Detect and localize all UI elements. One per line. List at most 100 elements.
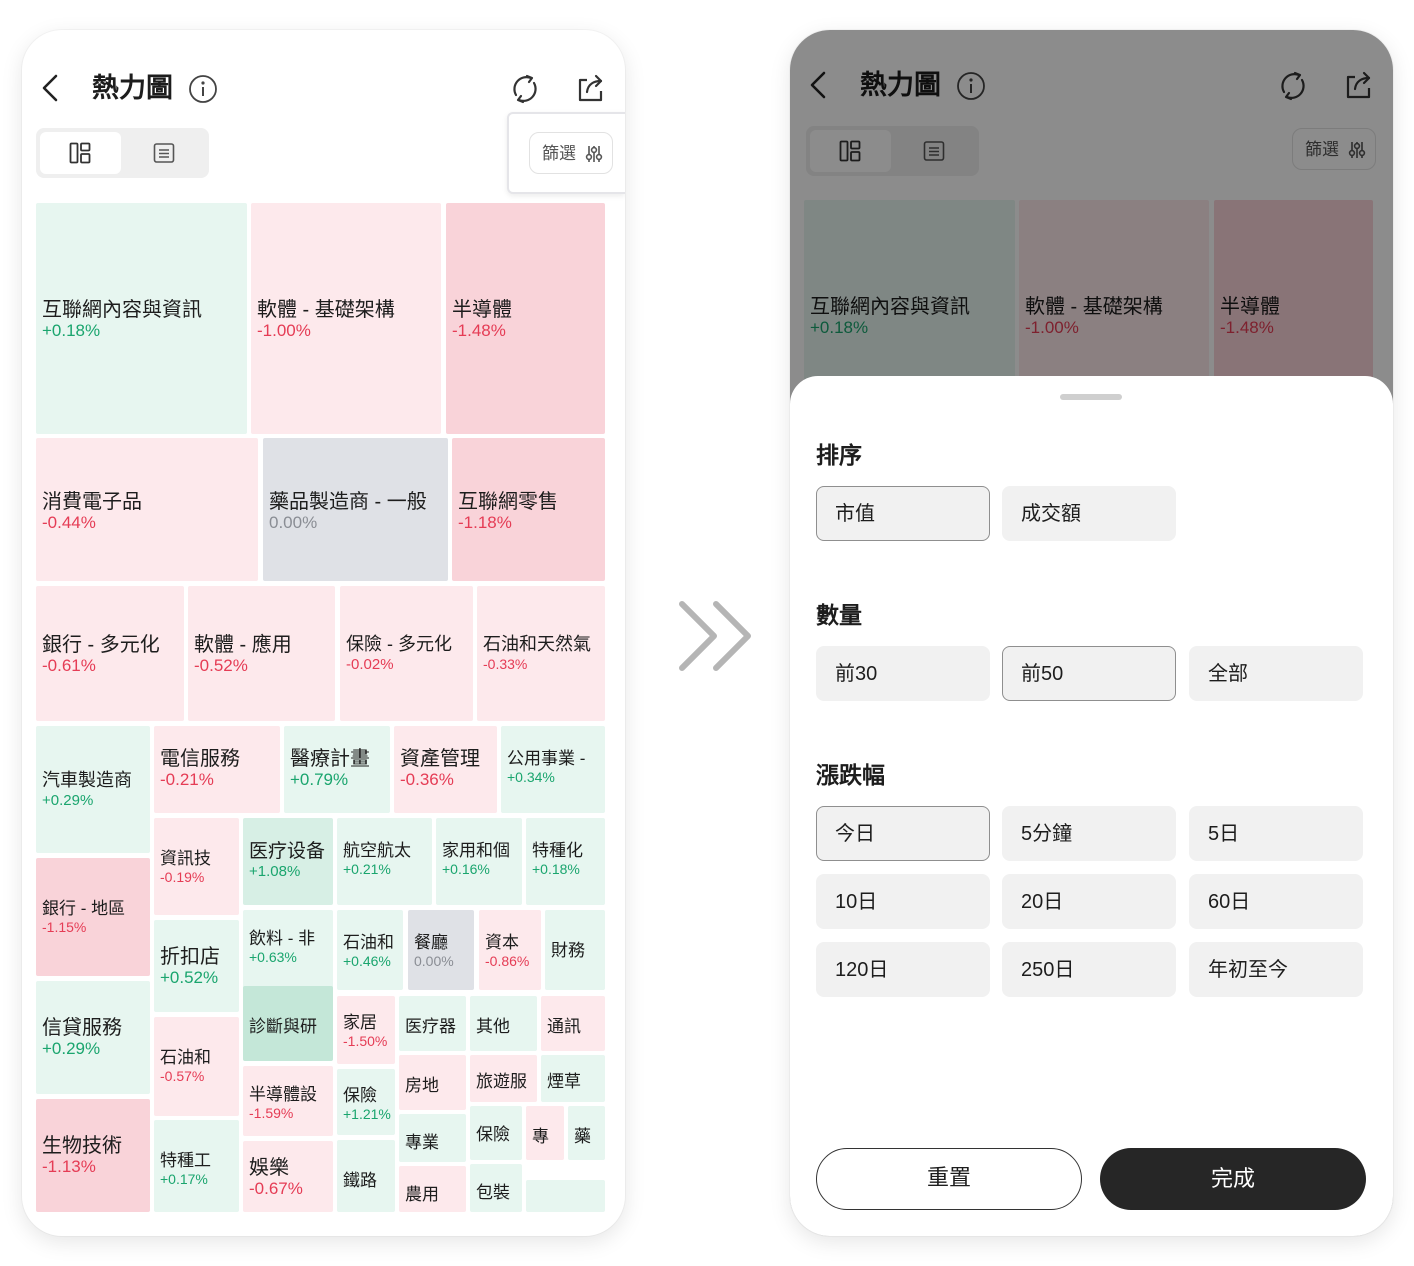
sort-option-market-cap[interactable]: 市值: [816, 486, 990, 541]
period-option-today[interactable]: 今日: [816, 806, 990, 861]
treemap-view-button[interactable]: [40, 132, 121, 174]
share-icon[interactable]: [575, 72, 605, 104]
sort-option-turnover[interactable]: 成交額: [1002, 486, 1176, 541]
option-label: 5日: [1208, 823, 1240, 845]
heatmap-tile[interactable]: 家居 -1.50%: [337, 996, 395, 1064]
tile-change: -0.02%: [346, 656, 394, 673]
period-option-20d[interactable]: 20日: [1002, 874, 1176, 929]
heatmap-tile[interactable]: 石油和 -0.57%: [154, 1017, 239, 1116]
tile-name: 保險: [343, 1086, 377, 1105]
heatmap-tile[interactable]: 半導體 -1.48%: [446, 203, 605, 434]
heatmap-tile[interactable]: 專業: [399, 1114, 466, 1162]
period-option-250d[interactable]: 250日: [1002, 942, 1176, 997]
heatmap-tile[interactable]: 信貸服務 +0.29%: [36, 981, 150, 1094]
list-view-button[interactable]: [124, 132, 205, 174]
sort-section-title: 排序: [816, 442, 862, 468]
heatmap-tile[interactable]: 飲料 - 非 +0.63%: [243, 910, 333, 990]
tile-change: +0.79%: [290, 770, 349, 789]
tile-change: +0.46%: [343, 953, 391, 969]
heatmap-tile[interactable]: 保險 - 多元化 -0.02%: [340, 586, 473, 721]
heatmap-tile[interactable]: 互聯網零售 -1.18%: [452, 438, 605, 581]
count-option-top30[interactable]: 前30: [816, 646, 990, 701]
reset-button[interactable]: 重置: [816, 1148, 1082, 1210]
heatmap-tile[interactable]: 農用: [399, 1166, 466, 1212]
heatmap-tile[interactable]: 保險: [470, 1106, 522, 1160]
heatmap-tile[interactable]: 財務: [545, 910, 605, 990]
tile-name: 資產管理: [400, 748, 480, 770]
tile-change: -1.59%: [249, 1105, 294, 1121]
heatmap-tile[interactable]: 軟體 - 基礎架構 -1.00%: [251, 203, 441, 434]
tile-change: +0.17%: [160, 1171, 208, 1187]
heatmap-tile[interactable]: 石油和天然氣 -0.33%: [477, 586, 605, 721]
heatmap-tile[interactable]: 保險 +1.21%: [337, 1069, 395, 1135]
heatmap-tile[interactable]: 診斷與研: [243, 986, 333, 1061]
heatmap-tile[interactable]: 医疗器: [399, 996, 466, 1051]
tile-name: 電信服務: [160, 748, 240, 770]
count-option-all[interactable]: 全部: [1189, 646, 1363, 701]
tile-name: 旅遊服: [476, 1072, 527, 1091]
period-option-60d[interactable]: 60日: [1189, 874, 1363, 929]
tile-name: 医疗设备: [249, 841, 326, 862]
filter-button[interactable]: 篩選: [529, 132, 613, 174]
tile-change: -0.21%: [160, 770, 214, 789]
heatmap-tile[interactable]: 生物技術 -1.13%: [36, 1099, 150, 1212]
tile-name: 石油和天然氣: [483, 634, 591, 654]
period-option-5d[interactable]: 5日: [1189, 806, 1363, 861]
heatmap-tile[interactable]: 家用和個 +0.16%: [436, 818, 522, 905]
tile-name: 財務: [551, 941, 585, 960]
tile-name: 航空航太: [343, 841, 411, 860]
heatmap-tile[interactable]: 醫療計畫 +0.79%: [284, 726, 390, 813]
tile-change: +0.52%: [160, 968, 219, 987]
heatmap-tile[interactable]: 特種工 +0.17%: [154, 1120, 239, 1212]
done-button[interactable]: 完成: [1100, 1148, 1366, 1210]
count-option-top50[interactable]: 前50: [1002, 646, 1176, 701]
heatmap-tile[interactable]: 資本 -0.86%: [479, 910, 541, 990]
heatmap-tile[interactable]: 專: [526, 1106, 564, 1160]
heatmap-tile[interactable]: 医疗设备 +1.08%: [243, 818, 333, 905]
heatmap-tile[interactable]: 銀行 - 地區 -1.15%: [36, 858, 150, 976]
info-icon[interactable]: [188, 74, 218, 104]
heatmap-tile[interactable]: 娛樂 -0.67%: [243, 1141, 333, 1212]
heatmap-tile[interactable]: 藥品製造商 - 一般 0.00%: [263, 438, 448, 581]
heatmap-tile[interactable]: 旅遊服: [470, 1055, 537, 1102]
tile-change: -0.44%: [42, 513, 96, 532]
chevron-left-icon[interactable]: [36, 70, 66, 106]
heatmap-tile[interactable]: 包裝: [470, 1164, 522, 1212]
heatmap-tile[interactable]: 汽車製造商 +0.29%: [36, 726, 150, 853]
period-option-ytd[interactable]: 年初至今: [1189, 942, 1363, 997]
heatmap-tile[interactable]: 通訊: [541, 996, 605, 1051]
option-label: 250日: [1021, 959, 1075, 981]
heatmap-tile[interactable]: 石油和 +0.46%: [337, 910, 403, 990]
heatmap-tile[interactable]: 折扣店 +0.52%: [154, 920, 239, 1012]
heatmap-tile[interactable]: 鐵路: [337, 1140, 395, 1212]
heatmap-tile[interactable]: 消費電子品 -0.44%: [36, 438, 258, 581]
double-chevron-right-icon: [679, 601, 751, 671]
heatmap-tile[interactable]: 餐廳 0.00%: [408, 910, 474, 990]
tile-change: +0.29%: [42, 792, 94, 809]
period-option-5min[interactable]: 5分鐘: [1002, 806, 1176, 861]
heatmap-tile[interactable]: 電信服務 -0.21%: [154, 726, 280, 813]
tile-change: +0.63%: [249, 949, 297, 965]
tile-change: -0.36%: [400, 770, 454, 789]
refresh-icon[interactable]: [510, 73, 540, 105]
sheet-drag-handle[interactable]: [1060, 394, 1122, 400]
tile-name: 專業: [405, 1133, 439, 1152]
heatmap-tile[interactable]: 藥: [568, 1106, 605, 1160]
heatmap-tile[interactable]: 煙草: [541, 1055, 605, 1102]
heatmap-tile[interactable]: 資產管理 -0.36%: [394, 726, 497, 813]
tile-name: 医疗器: [405, 1017, 456, 1036]
heatmap-tile[interactable]: 房地: [399, 1055, 466, 1110]
heatmap-tile[interactable]: 銀行 - 多元化 -0.61%: [36, 586, 184, 721]
heatmap-tile[interactable]: 航空航太 +0.21%: [337, 818, 432, 905]
heatmap-tile[interactable]: 軟體 - 應用 -0.52%: [188, 586, 335, 721]
heatmap-tile[interactable]: 特種化 +0.18%: [526, 818, 605, 905]
period-option-120d[interactable]: 120日: [816, 942, 990, 997]
period-option-10d[interactable]: 10日: [816, 874, 990, 929]
heatmap-tile[interactable]: 公用事業 - +0.34%: [501, 726, 605, 813]
heatmap-tile[interactable]: 互聯網內容與資訊 +0.18%: [36, 203, 247, 434]
tile-name: 鐵路: [343, 1171, 377, 1190]
heatmap-tile[interactable]: 半導體設 -1.59%: [243, 1066, 333, 1136]
heatmap-tile[interactable]: 資訊技 -0.19%: [154, 818, 239, 915]
heatmap-tile[interactable]: 其他: [470, 996, 537, 1051]
heatmap-tile[interactable]: [526, 1180, 605, 1212]
